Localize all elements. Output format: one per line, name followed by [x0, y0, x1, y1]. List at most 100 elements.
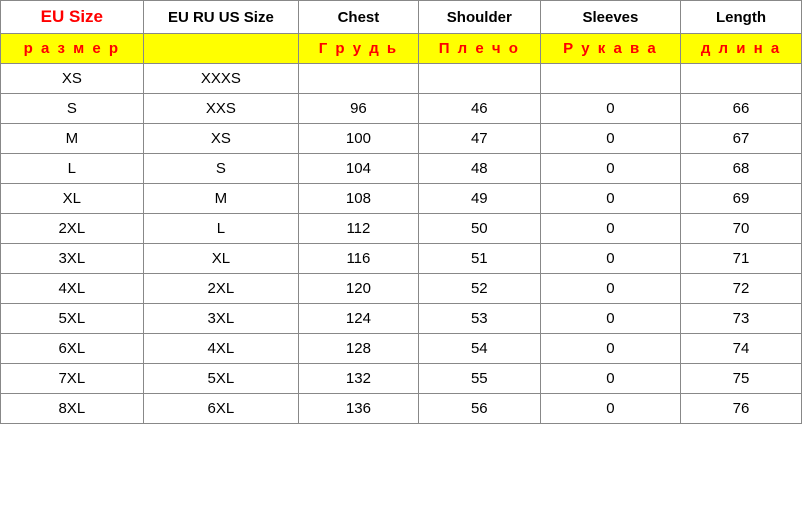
- length-header: Length: [681, 1, 802, 34]
- eu-size-cell: XL: [1, 184, 144, 214]
- shoulder-header: Shoulder: [418, 1, 540, 34]
- chest-cell: 112: [299, 214, 419, 244]
- table-row: 7XL5XL13255075: [1, 364, 802, 394]
- length-cell: 76: [681, 394, 802, 424]
- chest-cell: 132: [299, 364, 419, 394]
- chest-header: Chest: [299, 1, 419, 34]
- shoulder-cell: 53: [418, 304, 540, 334]
- length-cell: 70: [681, 214, 802, 244]
- ru-size-cell: 3XL: [143, 304, 298, 334]
- ru-size-cell: 2XL: [143, 274, 298, 304]
- ru-size-cell: L: [143, 214, 298, 244]
- sleeves-cell: 0: [540, 214, 680, 244]
- chest-cell: 108: [299, 184, 419, 214]
- shoulder-cell: 56: [418, 394, 540, 424]
- shoulder-cell: 46: [418, 94, 540, 124]
- ru-size-cell: XXXS: [143, 64, 298, 94]
- table-row: 8XL6XL13656076: [1, 394, 802, 424]
- table-row: XSXXXS: [1, 64, 802, 94]
- plecho-label: П л е ч о: [418, 34, 540, 64]
- sleeves-cell: 0: [540, 154, 680, 184]
- sleeves-cell: 0: [540, 124, 680, 154]
- table-row: LS10448068: [1, 154, 802, 184]
- eu-size-cell: 3XL: [1, 244, 144, 274]
- sleeves-cell: 0: [540, 334, 680, 364]
- eu-size-cell: 2XL: [1, 214, 144, 244]
- chest-cell: 116: [299, 244, 419, 274]
- ru-size-cell: M: [143, 184, 298, 214]
- chest-cell: 136: [299, 394, 419, 424]
- eu-size-cell: XS: [1, 64, 144, 94]
- rukava-label: Р у к а в а: [540, 34, 680, 64]
- sleeves-cell: 0: [540, 394, 680, 424]
- ru-size-cell: 5XL: [143, 364, 298, 394]
- table-row: 4XL2XL12052072: [1, 274, 802, 304]
- length-cell: 68: [681, 154, 802, 184]
- table-row: 2XLL11250070: [1, 214, 802, 244]
- size-chart-table: EU Size EU RU US Size Chest Shoulder Sle…: [0, 0, 802, 424]
- eu-size-cell: M: [1, 124, 144, 154]
- chest-cell: 120: [299, 274, 419, 304]
- chest-cell: [299, 64, 419, 94]
- eu-size-cell: S: [1, 94, 144, 124]
- length-cell: 66: [681, 94, 802, 124]
- chest-cell: 100: [299, 124, 419, 154]
- eu-size-cell: 5XL: [1, 304, 144, 334]
- eu-size-cell: 4XL: [1, 274, 144, 304]
- length-cell: 71: [681, 244, 802, 274]
- razmer-label: р а з м е р: [1, 34, 144, 64]
- chest-cell: 104: [299, 154, 419, 184]
- sleeves-cell: 0: [540, 364, 680, 394]
- sleeves-cell: 0: [540, 184, 680, 214]
- length-cell: 67: [681, 124, 802, 154]
- sleeves-header: Sleeves: [540, 1, 680, 34]
- eu-size-cell: 7XL: [1, 364, 144, 394]
- chest-cell: 124: [299, 304, 419, 334]
- length-cell: 69: [681, 184, 802, 214]
- length-cell: 74: [681, 334, 802, 364]
- header-row-2: р а з м е р Г р у д ь П л е ч о Р у к а …: [1, 34, 802, 64]
- table-row: 6XL4XL12854074: [1, 334, 802, 364]
- shoulder-cell: [418, 64, 540, 94]
- length-cell: 73: [681, 304, 802, 334]
- table-row: XLM10849069: [1, 184, 802, 214]
- ru-size-cell: XS: [143, 124, 298, 154]
- eu-size-header: EU Size: [1, 1, 144, 34]
- length-cell: [681, 64, 802, 94]
- sleeves-cell: 0: [540, 244, 680, 274]
- header-row-1: EU Size EU RU US Size Chest Shoulder Sle…: [1, 1, 802, 34]
- sleeves-cell: 0: [540, 94, 680, 124]
- shoulder-cell: 49: [418, 184, 540, 214]
- table-row: SXXS9646066: [1, 94, 802, 124]
- shoulder-cell: 54: [418, 334, 540, 364]
- ru-size-cell: 6XL: [143, 394, 298, 424]
- ru-size-cell: 4XL: [143, 334, 298, 364]
- grud-label: Г р у д ь: [299, 34, 419, 64]
- shoulder-cell: 51: [418, 244, 540, 274]
- shoulder-cell: 47: [418, 124, 540, 154]
- header2-col2: [143, 34, 298, 64]
- chest-cell: 96: [299, 94, 419, 124]
- length-cell: 72: [681, 274, 802, 304]
- length-cell: 75: [681, 364, 802, 394]
- table-row: MXS10047067: [1, 124, 802, 154]
- dlina-label: д л и н а: [681, 34, 802, 64]
- table-row: 5XL3XL12453073: [1, 304, 802, 334]
- shoulder-cell: 48: [418, 154, 540, 184]
- shoulder-cell: 55: [418, 364, 540, 394]
- eu-size-cell: 6XL: [1, 334, 144, 364]
- sleeves-cell: 0: [540, 274, 680, 304]
- chest-cell: 128: [299, 334, 419, 364]
- eu-size-cell: L: [1, 154, 144, 184]
- shoulder-cell: 50: [418, 214, 540, 244]
- ru-size-cell: XXS: [143, 94, 298, 124]
- ru-us-size-header: EU RU US Size: [143, 1, 298, 34]
- shoulder-cell: 52: [418, 274, 540, 304]
- ru-size-cell: XL: [143, 244, 298, 274]
- sleeves-cell: [540, 64, 680, 94]
- table-row: 3XLXL11651071: [1, 244, 802, 274]
- sleeves-cell: 0: [540, 304, 680, 334]
- eu-size-cell: 8XL: [1, 394, 144, 424]
- ru-size-cell: S: [143, 154, 298, 184]
- table-body: XSXXXSSXXS9646066MXS10047067LS10448068XL…: [1, 64, 802, 424]
